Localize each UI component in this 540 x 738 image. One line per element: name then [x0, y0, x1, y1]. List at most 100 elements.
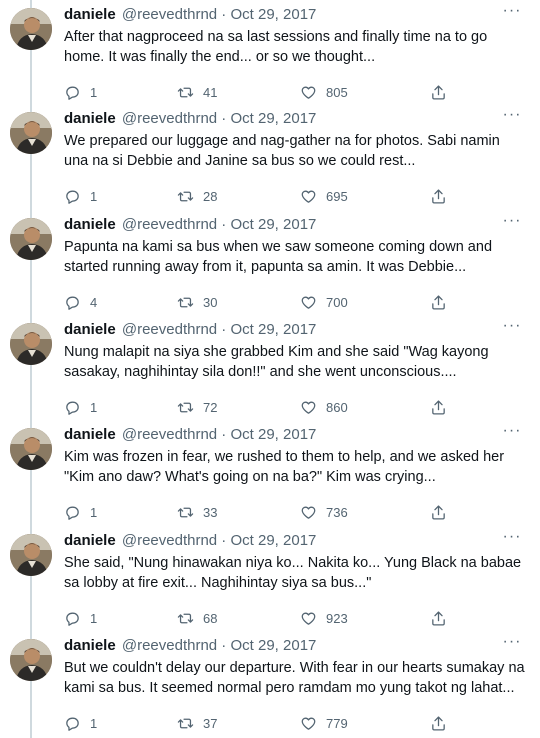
like-button[interactable]: 700 [300, 292, 348, 312]
tweet-date[interactable]: Oct 29, 2017 [230, 6, 316, 23]
heart-icon [300, 504, 317, 521]
share-icon [430, 188, 447, 205]
like-count: 700 [326, 294, 348, 310]
retweet-count: 72 [203, 399, 218, 415]
reply-button[interactable]: 1 [64, 502, 97, 522]
share-button[interactable] [430, 186, 447, 206]
user-handle[interactable]: @reevedthrnd [122, 426, 217, 443]
reply-count: 1 [90, 504, 98, 520]
retweet-button[interactable]: 30 [177, 292, 217, 312]
like-button[interactable]: 736 [300, 502, 348, 522]
tweet-text: Papunta na kami sa bus when we saw someo… [64, 239, 493, 275]
tweet-text: After that nagproceed na sa last session… [64, 29, 488, 65]
user-handle[interactable]: @reevedthrnd [122, 6, 217, 23]
reply-button[interactable]: 1 [64, 397, 97, 417]
tweet-header: daniele @reevedthrnd · Oct 29, 2017 [64, 531, 316, 551]
more-options-icon[interactable]: ··· [500, 213, 524, 234]
share-button[interactable] [430, 397, 447, 417]
reply-button[interactable]: 1 [64, 82, 97, 102]
more-options-icon[interactable]: ··· [500, 318, 524, 339]
retweet-icon [177, 294, 194, 311]
tweet-actions: 1 33 736 [64, 502, 484, 522]
reply-button[interactable]: 4 [64, 292, 97, 312]
avatar[interactable] [10, 534, 52, 576]
retweet-button[interactable]: 28 [177, 186, 217, 206]
reply-button[interactable]: 1 [64, 608, 97, 628]
tweet-date[interactable]: Oct 29, 2017 [230, 216, 316, 233]
share-icon [430, 399, 447, 416]
thread-connector-line [30, 0, 32, 738]
display-name[interactable]: daniele [64, 637, 116, 654]
share-button[interactable] [430, 82, 447, 102]
retweet-button[interactable]: 37 [177, 713, 217, 733]
retweet-button[interactable]: 41 [177, 82, 217, 102]
reply-button[interactable]: 1 [64, 713, 97, 733]
share-icon [430, 504, 447, 521]
retweet-button[interactable]: 68 [177, 608, 217, 628]
share-icon [430, 610, 447, 627]
more-options-icon[interactable]: ··· [500, 529, 524, 550]
like-button[interactable]: 779 [300, 713, 348, 733]
user-handle[interactable]: @reevedthrnd [122, 637, 217, 654]
like-button[interactable]: 805 [300, 82, 348, 102]
retweet-count: 68 [203, 610, 218, 626]
separator-dot: · [217, 532, 231, 549]
more-options-icon[interactable]: ··· [500, 634, 524, 655]
reply-count: 1 [90, 399, 98, 415]
reply-icon [64, 715, 81, 732]
tweet-header: daniele @reevedthrnd · Oct 29, 2017 [64, 425, 316, 445]
display-name[interactable]: daniele [64, 532, 116, 549]
heart-icon [300, 399, 317, 416]
tweet-header: daniele @reevedthrnd · Oct 29, 2017 [64, 109, 316, 129]
user-handle[interactable]: @reevedthrnd [122, 532, 217, 549]
tweet-text: Kim was frozen in fear, we rushed to the… [64, 449, 505, 485]
heart-icon [300, 294, 317, 311]
reply-button[interactable]: 1 [64, 186, 97, 206]
avatar[interactable] [10, 112, 52, 154]
display-name[interactable]: daniele [64, 6, 116, 23]
share-button[interactable] [430, 292, 447, 312]
user-handle[interactable]: @reevedthrnd [122, 321, 217, 338]
display-name[interactable]: daniele [64, 426, 116, 443]
retweet-count: 41 [203, 84, 218, 100]
tweet-date[interactable]: Oct 29, 2017 [230, 110, 316, 127]
tweet-header: daniele @reevedthrnd · Oct 29, 2017 [64, 5, 316, 25]
display-name[interactable]: daniele [64, 321, 116, 338]
like-button[interactable]: 923 [300, 608, 348, 628]
like-button[interactable]: 695 [300, 186, 348, 206]
like-button[interactable]: 860 [300, 397, 348, 417]
like-count: 860 [326, 399, 348, 415]
tweet-date[interactable]: Oct 29, 2017 [230, 637, 316, 654]
more-options-icon[interactable]: ··· [500, 3, 524, 24]
tweet-date[interactable]: Oct 29, 2017 [230, 321, 316, 338]
share-icon [430, 294, 447, 311]
user-handle[interactable]: @reevedthrnd [122, 216, 217, 233]
reply-count: 1 [90, 610, 98, 626]
retweet-count: 33 [203, 504, 218, 520]
tweet-actions: 1 68 923 [64, 608, 484, 628]
avatar[interactable] [10, 323, 52, 365]
share-button[interactable] [430, 713, 447, 733]
avatar[interactable] [10, 218, 52, 260]
separator-dot: · [217, 6, 231, 23]
tweet-actions: 1 72 860 [64, 397, 484, 417]
display-name[interactable]: daniele [64, 216, 116, 233]
share-button[interactable] [430, 608, 447, 628]
tweet-date[interactable]: Oct 29, 2017 [230, 532, 316, 549]
tweet-date[interactable]: Oct 29, 2017 [230, 426, 316, 443]
tweet-actions: 1 41 805 [64, 82, 484, 102]
avatar[interactable] [10, 428, 52, 470]
separator-dot: · [217, 321, 231, 338]
more-options-icon[interactable]: ··· [500, 423, 524, 444]
retweet-button[interactable]: 33 [177, 502, 217, 522]
retweet-count: 30 [203, 294, 218, 310]
share-button[interactable] [430, 502, 447, 522]
avatar[interactable] [10, 8, 52, 50]
user-handle[interactable]: @reevedthrnd [122, 110, 217, 127]
display-name[interactable]: daniele [64, 110, 116, 127]
avatar[interactable] [10, 639, 52, 681]
retweet-button[interactable]: 72 [177, 397, 217, 417]
retweet-icon [177, 84, 194, 101]
more-options-icon[interactable]: ··· [500, 107, 524, 128]
heart-icon [300, 188, 317, 205]
